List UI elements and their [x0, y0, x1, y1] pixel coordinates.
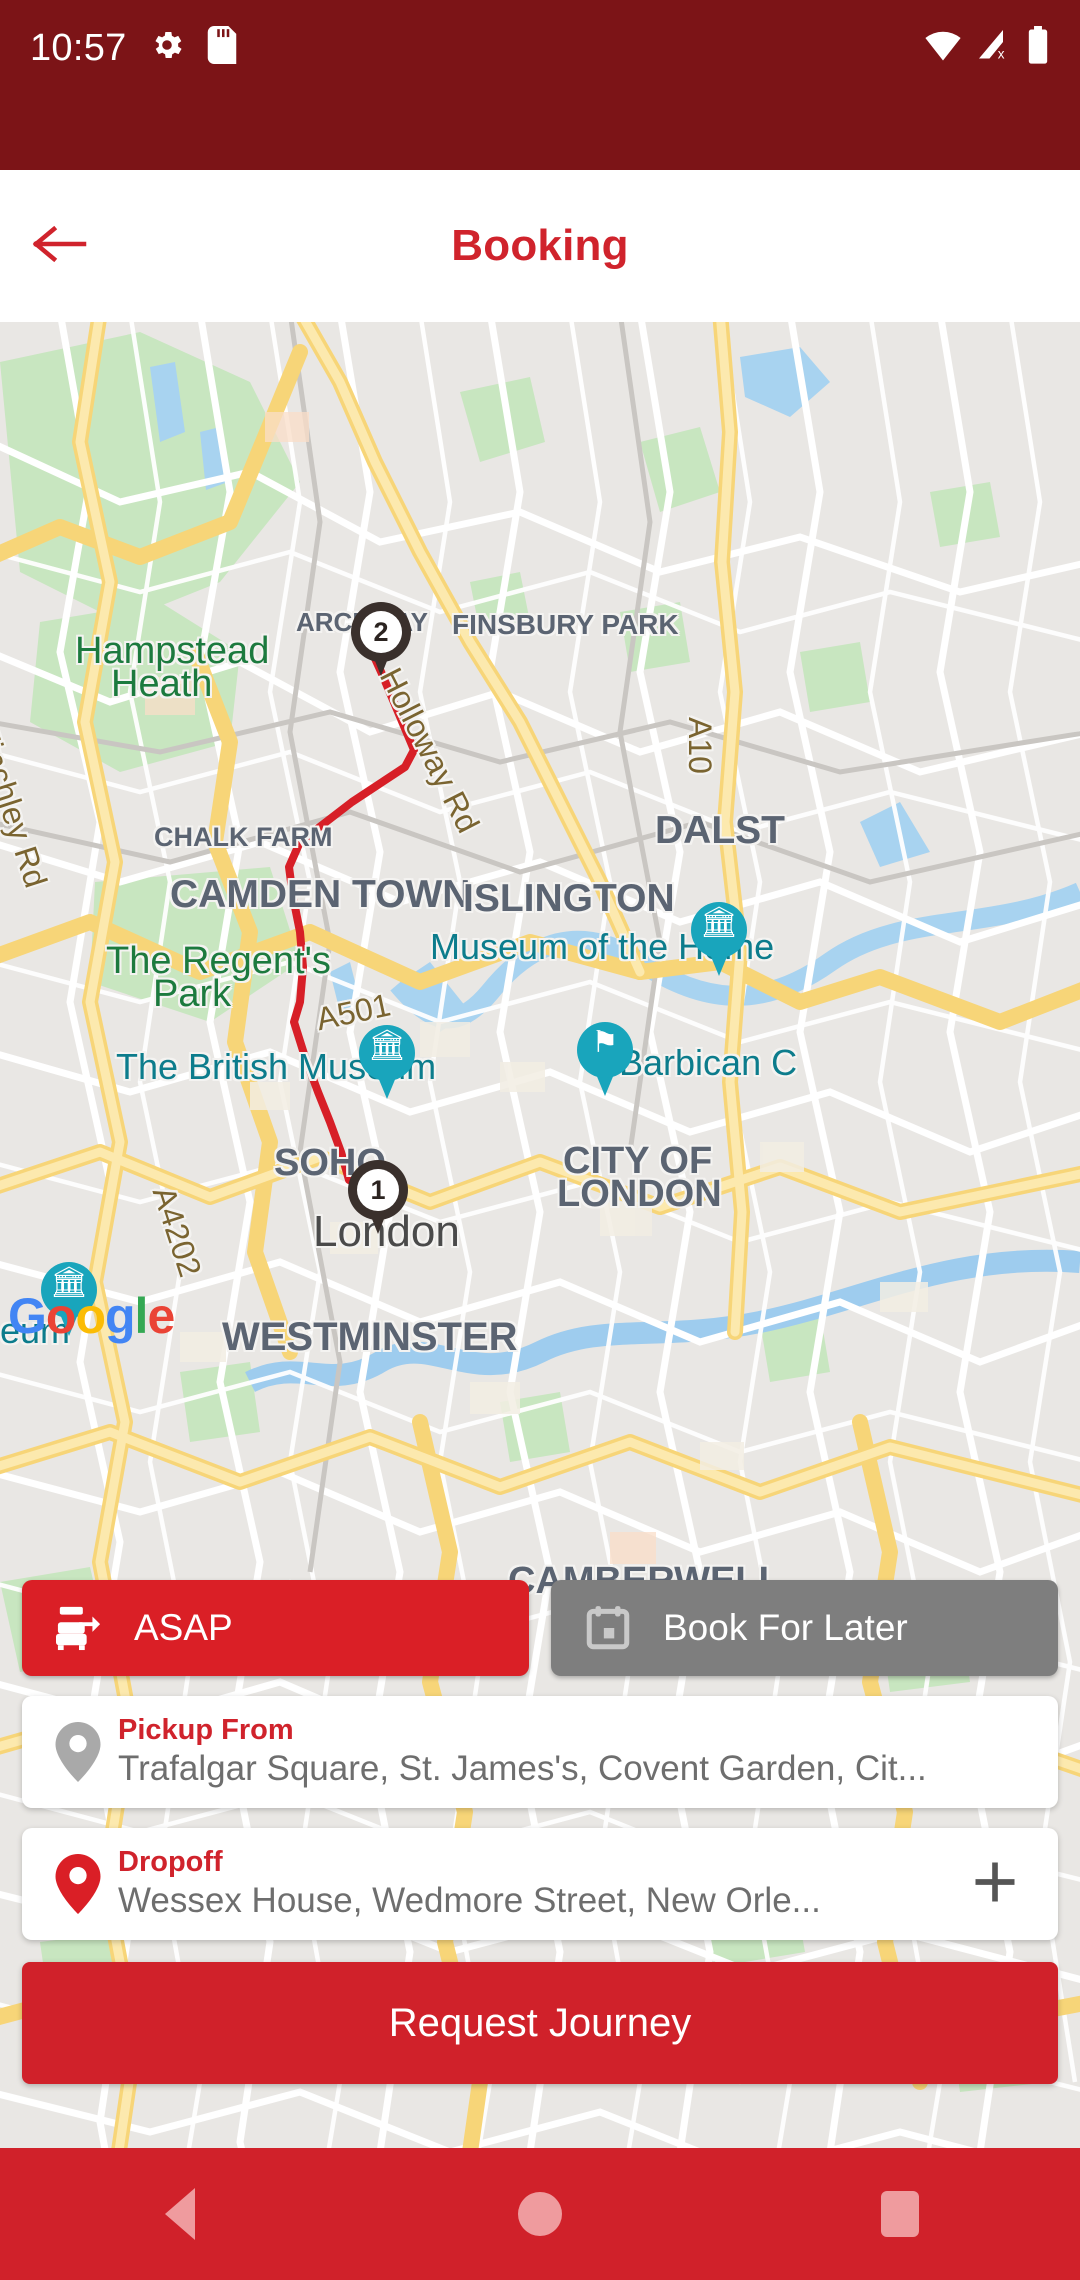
status-bar-clock: 10:57 [30, 26, 127, 69]
poi-pin-glyph: 🏛 [699, 906, 739, 939]
request-journey-button[interactable]: Request Journey [22, 1962, 1058, 2084]
status-bar-left: 10:57 [30, 26, 237, 69]
wifi-icon [924, 28, 962, 67]
poi-pin-glyph: 🏛 [367, 1029, 407, 1062]
sd-card-icon [207, 26, 237, 69]
asap-mode-label: ASAP [134, 1607, 233, 1648]
book-for-later-mode-label: Book For Later [663, 1607, 908, 1648]
taxi-icon [52, 1601, 106, 1655]
plus-icon [969, 1856, 1021, 1913]
android-nav-bar [0, 2148, 1080, 2280]
dropoff-text: Dropoff Wessex House, Wedmore Street, Ne… [110, 1846, 956, 1921]
triangle-back-icon [165, 2188, 195, 2240]
dropoff-marker[interactable]: 2 [351, 602, 411, 680]
square-recents-icon [881, 2191, 919, 2237]
asap-mode-button[interactable]: ASAP [22, 1580, 529, 1676]
nav-recents-button[interactable] [825, 2148, 975, 2280]
pickup-label: Pickup From [118, 1714, 294, 1747]
nav-back-button[interactable] [105, 2148, 255, 2280]
pin-number: 2 [360, 611, 402, 653]
booking-mode-toggle: ASAP Book For Later [0, 1580, 1080, 1676]
poi-pin-glyph: ⚑ [591, 1026, 619, 1059]
booking-screen: 10:57 x Booking FINSBURY PARK CHALK FARM… [0, 0, 1080, 2280]
pickup-field[interactable]: Pickup From Trafalgar Square, St. James'… [22, 1696, 1058, 1808]
map-pin-red-icon [46, 1854, 110, 1914]
status-bar: 10:57 x [0, 0, 1080, 170]
attraction-pin-icon[interactable]: ⚑ [577, 1022, 633, 1096]
circle-home-icon [518, 2192, 562, 2236]
dropoff-label: Dropoff [118, 1846, 223, 1879]
booking-panel: ASAP Book For Later Pickup From Trafalga… [0, 1580, 1080, 2084]
nav-home-button[interactable] [465, 2148, 615, 2280]
status-bar-right: x [924, 26, 1050, 69]
pickup-value: Trafalgar Square, St. James's, Covent Ga… [118, 1748, 927, 1788]
google-watermark: Google [8, 1288, 175, 1344]
museum-pin-icon[interactable]: 🏛 [359, 1025, 415, 1099]
app-bar: Booking [0, 170, 1080, 322]
page-title: Booking [451, 221, 629, 270]
pin-number: 1 [357, 1169, 399, 1211]
calendar-icon [581, 1601, 635, 1655]
pickup-marker[interactable]: 1 [348, 1160, 408, 1238]
pickup-text: Pickup From Trafalgar Square, St. James'… [110, 1714, 1034, 1789]
dropoff-field[interactable]: Dropoff Wessex House, Wedmore Street, Ne… [22, 1828, 1058, 1940]
add-stop-button[interactable] [956, 1856, 1034, 1913]
cellular-off-icon: x [976, 28, 1012, 67]
museum-pin-icon[interactable]: 🏛 [691, 902, 747, 976]
request-journey-label: Request Journey [388, 2000, 692, 2045]
book-for-later-mode-button[interactable]: Book For Later [551, 1580, 1058, 1676]
battery-icon [1026, 26, 1050, 69]
svg-text:x: x [998, 47, 1005, 62]
dropoff-value: Wessex House, Wedmore Street, New Orle..… [118, 1880, 821, 1920]
map-pin-grey-icon [46, 1722, 110, 1782]
gear-icon [149, 27, 185, 68]
